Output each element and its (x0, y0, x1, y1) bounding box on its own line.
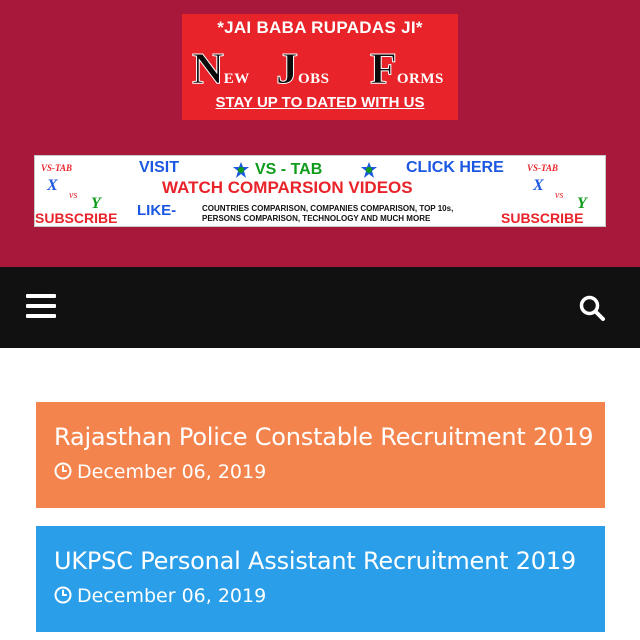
banner-corner-brand-left: VS-TAB (41, 163, 73, 173)
svg-text:vs: vs (555, 190, 563, 201)
post-date: December 06, 2019 (77, 461, 267, 483)
logo-wordmark: NEW JOBS FORMS (182, 44, 458, 93)
svg-text:Y: Y (91, 195, 102, 210)
clock-icon (54, 462, 72, 480)
banner-description-line1: COUNTRIES COMPARISON, COMPANIES COMPARIS… (202, 204, 454, 213)
logo-tagline: STAY UP TO DATED WITH US (215, 94, 425, 111)
post-date: December 06, 2019 (77, 585, 267, 607)
svg-text:vs: vs (69, 190, 77, 201)
post-title[interactable]: Rajasthan Police Constable Recruitment 2… (54, 423, 593, 451)
svg-text:Y: Y (577, 195, 588, 210)
banner-subscribe-right: SUBSCRIBE (501, 210, 584, 226)
post-date-row: December 06, 2019 (54, 461, 266, 483)
banner-star-icon-left (233, 162, 249, 178)
banner-xvsy-art-right: X vs Y (532, 177, 588, 210)
svg-text:X: X (46, 177, 58, 194)
banner-description-line2: PERSONS COMPARISON, TECHNOLOGY AND MUCH … (202, 214, 431, 223)
post-title[interactable]: UKPSC Personal Assistant Recruitment 201… (54, 547, 576, 575)
logo-word-new: NEW (192, 44, 250, 93)
banner-brand: VS - TAB (255, 161, 323, 178)
banner-corner-brand-right: VS-TAB (527, 163, 559, 173)
clock-icon (54, 586, 72, 604)
vs-tab-banner[interactable]: VS-TAB VS-TAB X vs Y X vs Y VISIT VS - T… (34, 155, 606, 227)
banner-visit: VISIT (139, 159, 180, 176)
svg-text:X: X (532, 177, 544, 194)
banner-like: LIKE- (137, 202, 177, 219)
logo-word-forms: FORMS (370, 44, 444, 93)
post-card[interactable]: UKPSC Personal Assistant Recruitment 201… (36, 526, 605, 632)
banner-subscribe-left: SUBSCRIBE (35, 210, 118, 226)
main-navbar (0, 267, 640, 348)
search-icon[interactable] (578, 294, 606, 322)
banner-click-here: CLICK HERE (406, 159, 504, 176)
logo-word-jobs: JOBS (276, 44, 330, 93)
banner-xvsy-art-left: X vs Y (46, 177, 102, 210)
banner-star-icon-right (361, 162, 377, 178)
post-card[interactable]: Rajasthan Police Constable Recruitment 2… (36, 402, 605, 508)
site-header: *JAI BABA RUPADAS JI* NEW JOBS FORMS STA… (0, 0, 640, 267)
site-logo[interactable]: *JAI BABA RUPADAS JI* NEW JOBS FORMS STA… (182, 14, 458, 120)
logo-top-line: *JAI BABA RUPADAS JI* (217, 18, 423, 37)
banner-headline: WATCH COMPARSION VIDEOS (162, 178, 413, 197)
post-date-row: December 06, 2019 (54, 585, 266, 607)
hamburger-menu-icon[interactable] (26, 294, 56, 318)
